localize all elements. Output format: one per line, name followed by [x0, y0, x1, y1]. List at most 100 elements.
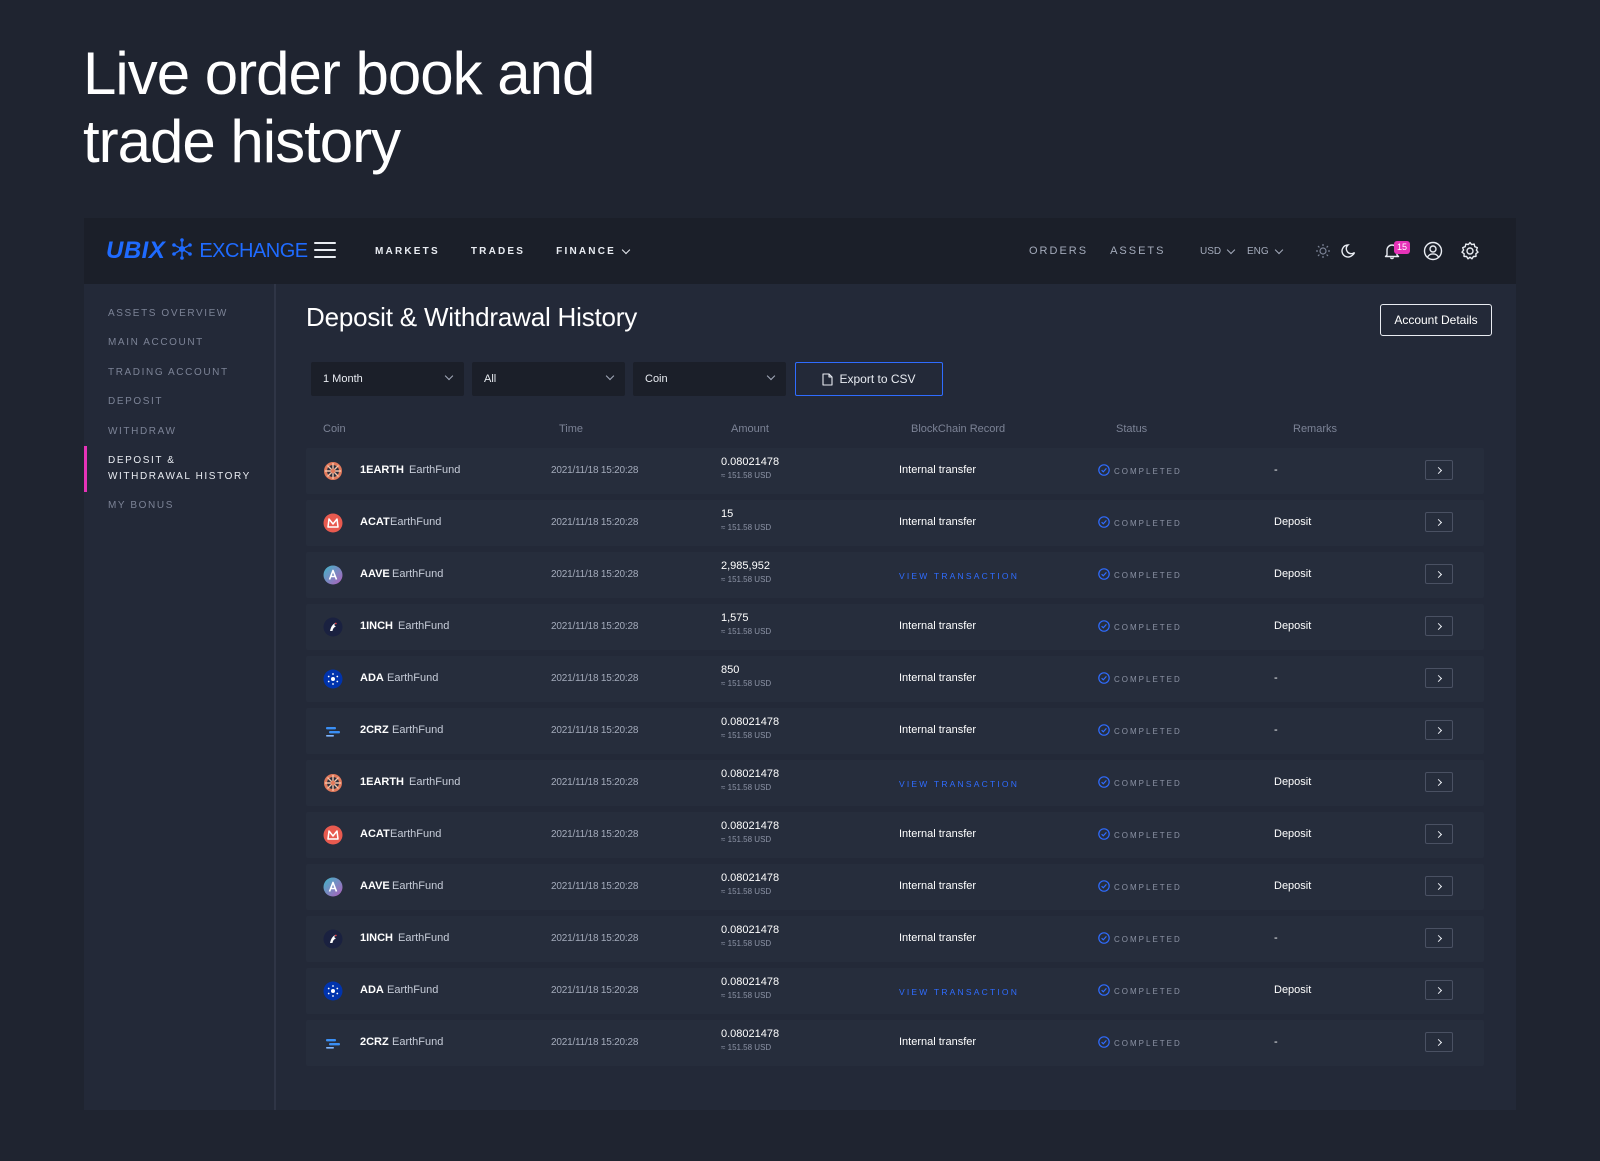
check-circle-icon [1098, 880, 1110, 894]
table-row: 1EARTH EarthFund 2021/11/18 15:20:28 0.0802… [306, 448, 1484, 494]
chevron-down-icon [621, 245, 631, 254]
row-details-button[interactable] [1425, 1032, 1453, 1052]
blockchain-record: Internal transfer [899, 516, 977, 528]
view-transaction-link[interactable]: VIEW TRANSACTION [899, 571, 1019, 581]
row-amount: 2,985,952 [721, 560, 770, 572]
row-amount-usd: ≈ 151.58 USD [721, 679, 772, 688]
coin-filter-select[interactable]: Coin [633, 362, 786, 396]
row-amount: 0.08021478 [721, 456, 780, 468]
2crz-coin-icon [323, 1033, 343, 1053]
account-details-button[interactable]: Account Details [1380, 304, 1492, 336]
chevron-right-icon [1434, 726, 1442, 734]
sidebar-item-deposit[interactable]: DEPOSIT [108, 394, 163, 410]
row-amount: 0.08021478 [721, 924, 780, 936]
coin-name: EarthFund [392, 1036, 444, 1048]
status-badge: COMPLETED [1098, 568, 1182, 582]
check-circle-icon [1098, 516, 1110, 530]
document-icon [822, 372, 834, 386]
status-label: COMPLETED [1114, 986, 1182, 996]
brand-logo[interactable]: UBIX EXCHANGE [106, 237, 308, 264]
coin-symbol: 1EARTH [360, 776, 405, 788]
language-select[interactable]: ENG [1247, 218, 1283, 284]
chevron-right-icon [1434, 934, 1442, 942]
row-details-button[interactable] [1425, 460, 1453, 480]
row-amount: 1,575 [721, 612, 749, 624]
check-circle-icon [1098, 1036, 1110, 1050]
export-csv-button[interactable]: Export to CSV [795, 362, 943, 396]
row-details-button[interactable] [1425, 876, 1453, 896]
row-amount-usd: ≈ 151.58 USD [721, 471, 772, 480]
sidebar-item-deposit-withdrawal-history[interactable]: DEPOSIT & WITHDRAWAL HISTORY [108, 453, 258, 485]
chevron-right-icon [1434, 622, 1442, 630]
top-navigation-bar: UBIX EXCHANGE MARKETS TRADES FINANCE ORD… [84, 218, 1516, 284]
status-badge: COMPLETED [1098, 880, 1182, 894]
sidebar-item-withdraw[interactable]: WITHDRAW [108, 424, 177, 440]
row-details-button[interactable] [1425, 824, 1453, 844]
row-remark: Deposit [1274, 776, 1312, 788]
table-row: ADA EarthFund 2021/11/18 15:20:28 0.0802147… [306, 968, 1484, 1014]
sidebar-item-assets-overview[interactable]: ASSETS OVERVIEW [108, 306, 228, 322]
sidebar: ASSETS OVERVIEW MAIN ACCOUNT TRADING ACC… [84, 284, 276, 1110]
row-amount-usd: ≈ 151.58 USD [721, 835, 772, 844]
view-transaction-link[interactable]: VIEW TRANSACTION [899, 779, 1019, 789]
row-remark: - [1274, 464, 1278, 476]
type-filter-select[interactable]: All [472, 362, 625, 396]
column-header-time: Time [559, 423, 584, 435]
row-time: 2021/11/18 15:20:28 [551, 1037, 639, 1048]
coin-name: EarthFund [398, 620, 450, 632]
status-badge: COMPLETED [1098, 828, 1182, 842]
light-mode-icon[interactable] [1311, 239, 1335, 263]
row-details-button[interactable] [1425, 980, 1453, 1000]
nav-orders[interactable]: ORDERS [1029, 245, 1088, 257]
blockchain-record: Internal transfer [899, 620, 977, 632]
row-amount: 0.08021478 [721, 1028, 780, 1040]
sidebar-item-my-bonus[interactable]: MY BONUS [108, 498, 174, 514]
row-amount-usd: ≈ 151.58 USD [721, 627, 772, 636]
coin-symbol: 1EARTH [360, 464, 405, 476]
row-details-button[interactable] [1425, 564, 1453, 584]
chevron-down-icon [444, 371, 454, 381]
nav-assets[interactable]: ASSETS [1110, 245, 1165, 257]
sidebar-item-main-account[interactable]: MAIN ACCOUNT [108, 335, 204, 351]
notifications-button[interactable]: 15 [1380, 239, 1411, 263]
row-details-button[interactable] [1425, 512, 1453, 532]
row-amount: 850 [721, 664, 740, 676]
nav-finance[interactable]: FINANCE [556, 245, 631, 257]
row-time: 2021/11/18 15:20:28 [551, 465, 639, 476]
sidebar-item-trading-account[interactable]: TRADING ACCOUNT [108, 365, 229, 381]
nav-markets[interactable]: MARKETS [375, 246, 440, 257]
page-headline: Live order book and trade history [83, 40, 595, 175]
row-time: 2021/11/18 15:20:28 [551, 985, 639, 996]
row-details-button[interactable] [1425, 772, 1453, 792]
row-details-button[interactable] [1425, 668, 1453, 688]
settings-gear-icon[interactable] [1458, 239, 1482, 263]
status-label: COMPLETED [1114, 934, 1182, 944]
status-label: COMPLETED [1114, 830, 1182, 840]
coin-symbol: 1INCH [360, 932, 394, 944]
row-remark: Deposit [1274, 984, 1312, 996]
user-profile-icon[interactable] [1421, 239, 1445, 263]
menu-icon[interactable] [314, 242, 336, 258]
currency-select[interactable]: USD [1200, 218, 1236, 284]
coin-symbol: AAVE [360, 568, 390, 580]
coin-symbol: 1INCH [360, 620, 394, 632]
row-remark: Deposit [1274, 828, 1312, 840]
period-filter-select[interactable]: 1 Month [311, 362, 464, 396]
ada-coin-icon [323, 669, 343, 689]
chevron-right-icon [1434, 466, 1442, 474]
status-badge: COMPLETED [1098, 620, 1182, 634]
view-transaction-link[interactable]: VIEW TRANSACTION [899, 987, 1019, 997]
blockchain-record: Internal transfer [899, 932, 977, 944]
currency-label: USD [1200, 245, 1222, 257]
row-details-button[interactable] [1425, 616, 1453, 636]
nav-trades[interactable]: TRADES [471, 246, 525, 257]
dark-mode-icon[interactable] [1337, 239, 1361, 263]
row-details-button[interactable] [1425, 928, 1453, 948]
row-details-button[interactable] [1425, 720, 1453, 740]
row-remark: Deposit [1274, 516, 1312, 528]
table-row: AAVE EarthFund 2021/11/18 15:20:28 0.080214… [306, 864, 1484, 910]
chevron-right-icon [1434, 830, 1442, 838]
row-time: 2021/11/18 15:20:28 [551, 829, 639, 840]
nav-finance-label: FINANCE [556, 245, 617, 257]
coin-symbol: 2CRZ [360, 1036, 389, 1048]
